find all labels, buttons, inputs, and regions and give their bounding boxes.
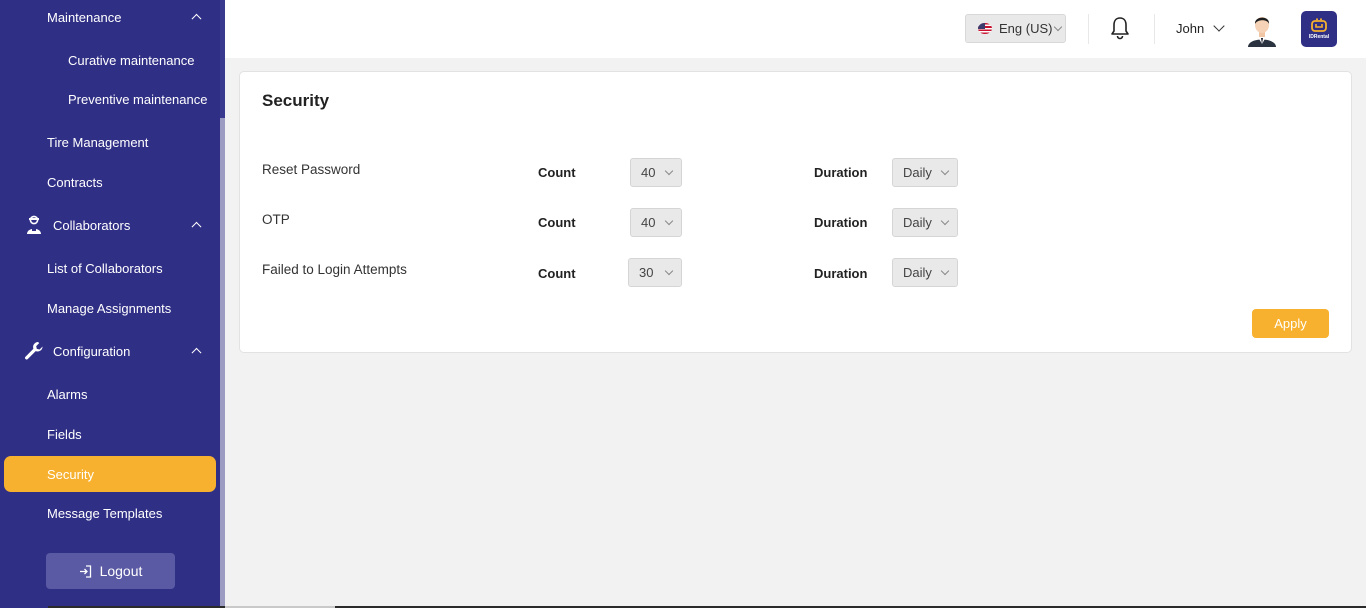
avatar[interactable]: [1245, 11, 1279, 47]
count-label: Count: [538, 266, 576, 281]
otp-label: OTP: [262, 212, 290, 227]
us-flag-icon: [978, 23, 992, 34]
sidebar-item-label: Configuration: [53, 343, 131, 359]
otp-duration-select[interactable]: Daily: [892, 208, 958, 237]
apply-button[interactable]: Apply: [1252, 309, 1329, 338]
select-value: 40: [641, 165, 656, 180]
chevron-down-icon: [1054, 22, 1063, 31]
sidebar-item-configuration[interactable]: Configuration: [0, 337, 218, 365]
select-value: Daily: [903, 215, 932, 230]
sidebar-item-alarms[interactable]: Alarms: [0, 381, 218, 407]
failed-login-count-select[interactable]: 30: [628, 258, 682, 287]
wrench-icon: [24, 341, 44, 361]
otp-count-select[interactable]: 40: [630, 208, 682, 237]
chevron-down-icon: [664, 216, 674, 226]
sidebar-item-message-templates[interactable]: Message Templates: [0, 500, 218, 526]
reset-password-label: Reset Password: [262, 162, 361, 177]
sidebar-item-label: Preventive maintenance: [68, 91, 208, 107]
sidebar-item-label: Curative maintenance: [68, 52, 195, 68]
duration-label: Duration: [814, 215, 868, 230]
sidebar-item-tire-management[interactable]: Tire Management: [0, 129, 218, 155]
chevron-up-icon: [191, 347, 202, 358]
select-value: Daily: [903, 165, 932, 180]
sidebar-item-label: Security: [47, 466, 94, 482]
chevron-down-icon: [940, 166, 950, 176]
chevron-up-icon: [191, 13, 202, 24]
sidebar-scrollbar-thumb[interactable]: [220, 118, 225, 608]
select-value: 40: [641, 215, 656, 230]
duration-label: Duration: [814, 165, 868, 180]
language-label: Eng (US): [999, 21, 1053, 36]
count-label: Count: [538, 165, 576, 180]
app-logo[interactable]: IDRental: [1301, 11, 1337, 47]
sidebar-item-collaborators[interactable]: Collaborators: [0, 211, 218, 239]
sidebar-item-label: List of Collaborators: [47, 260, 163, 276]
divider: [1088, 14, 1089, 44]
sidebar-item-label: Alarms: [47, 386, 88, 402]
reset-password-duration-select[interactable]: Daily: [892, 158, 958, 187]
chevron-down-icon: [940, 216, 950, 226]
notification-bell-icon[interactable]: [1110, 16, 1130, 45]
reset-password-count-select[interactable]: 40: [630, 158, 682, 187]
chevron-down-icon: [940, 266, 950, 276]
security-card: Security Reset Password Count 40 Duratio…: [239, 71, 1352, 353]
divider: [1154, 14, 1155, 44]
sidebar-item-contracts[interactable]: Contracts: [0, 169, 218, 195]
failed-login-label: Failed to Login Attempts: [262, 262, 407, 277]
sidebar-item-curative-maintenance[interactable]: Curative maintenance: [0, 47, 218, 73]
language-selector[interactable]: Eng (US): [965, 14, 1066, 43]
logo-text: IDRental: [1308, 34, 1330, 40]
count-label: Count: [538, 215, 576, 230]
sidebar-item-label: Maintenance: [47, 9, 122, 25]
sidebar-item-preventive-maintenance[interactable]: Preventive maintenance: [0, 86, 218, 112]
sidebar-item-label: Manage Assignments: [47, 300, 172, 316]
sidebar-item-label: Contracts: [47, 174, 103, 190]
page-title: Security: [262, 91, 330, 110]
sidebar-item-label: Fields: [47, 426, 82, 442]
sidebar-item-label: Message Templates: [47, 505, 163, 521]
select-value: Daily: [903, 265, 932, 280]
collaborator-icon: [24, 215, 44, 235]
chevron-up-icon: [191, 221, 202, 232]
chevron-down-icon: [664, 166, 674, 176]
sidebar-item-label: Tire Management: [47, 134, 149, 150]
logout-icon: [79, 564, 92, 578]
chevron-down-icon: [664, 266, 674, 276]
sidebar-item-manage-assignments[interactable]: Manage Assignments: [0, 295, 218, 321]
logout-label: Logout: [99, 563, 143, 579]
sidebar-item-list-of-collaborators[interactable]: List of Collaborators: [0, 255, 218, 281]
duration-label: Duration: [814, 266, 868, 281]
sidebar-item-security[interactable]: Security: [4, 456, 216, 492]
chevron-down-icon: [1213, 20, 1225, 32]
sidebar: Maintenance Curative maintenance Prevent…: [0, 0, 225, 608]
sidebar-item-label: Collaborators: [53, 217, 131, 233]
failed-login-duration-select[interactable]: Daily: [892, 258, 958, 287]
logout-button[interactable]: Logout: [46, 553, 175, 589]
sidebar-item-fields[interactable]: Fields: [0, 421, 218, 447]
user-menu[interactable]: John: [1176, 20, 1225, 36]
top-header: Eng (US) John IDRental: [225, 0, 1366, 58]
sidebar-item-maintenance[interactable]: Maintenance: [0, 4, 218, 30]
select-value: 30: [639, 265, 654, 280]
user-name: John: [1176, 21, 1205, 36]
